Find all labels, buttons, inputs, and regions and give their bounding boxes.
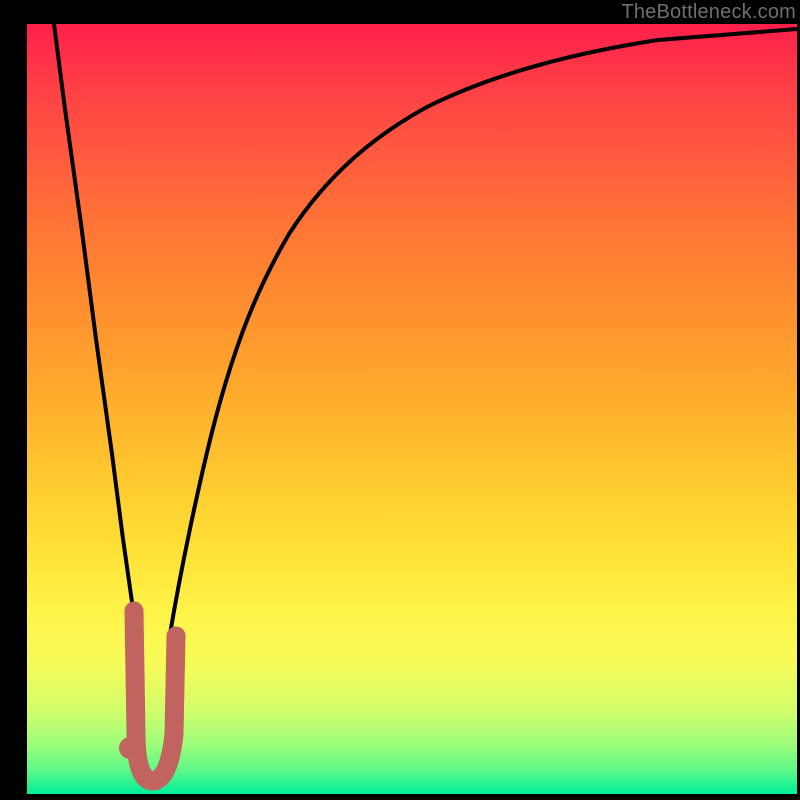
plot-area bbox=[27, 24, 797, 794]
right-branch-line bbox=[170, 29, 797, 634]
left-branch-line bbox=[54, 24, 133, 609]
j-mark-icon bbox=[134, 611, 176, 781]
j-mark-dot-icon bbox=[119, 737, 141, 759]
watermark-label: TheBottleneck.com bbox=[621, 1, 796, 24]
curve-layer bbox=[27, 24, 797, 794]
chart-frame: TheBottleneck.com bbox=[0, 0, 800, 800]
